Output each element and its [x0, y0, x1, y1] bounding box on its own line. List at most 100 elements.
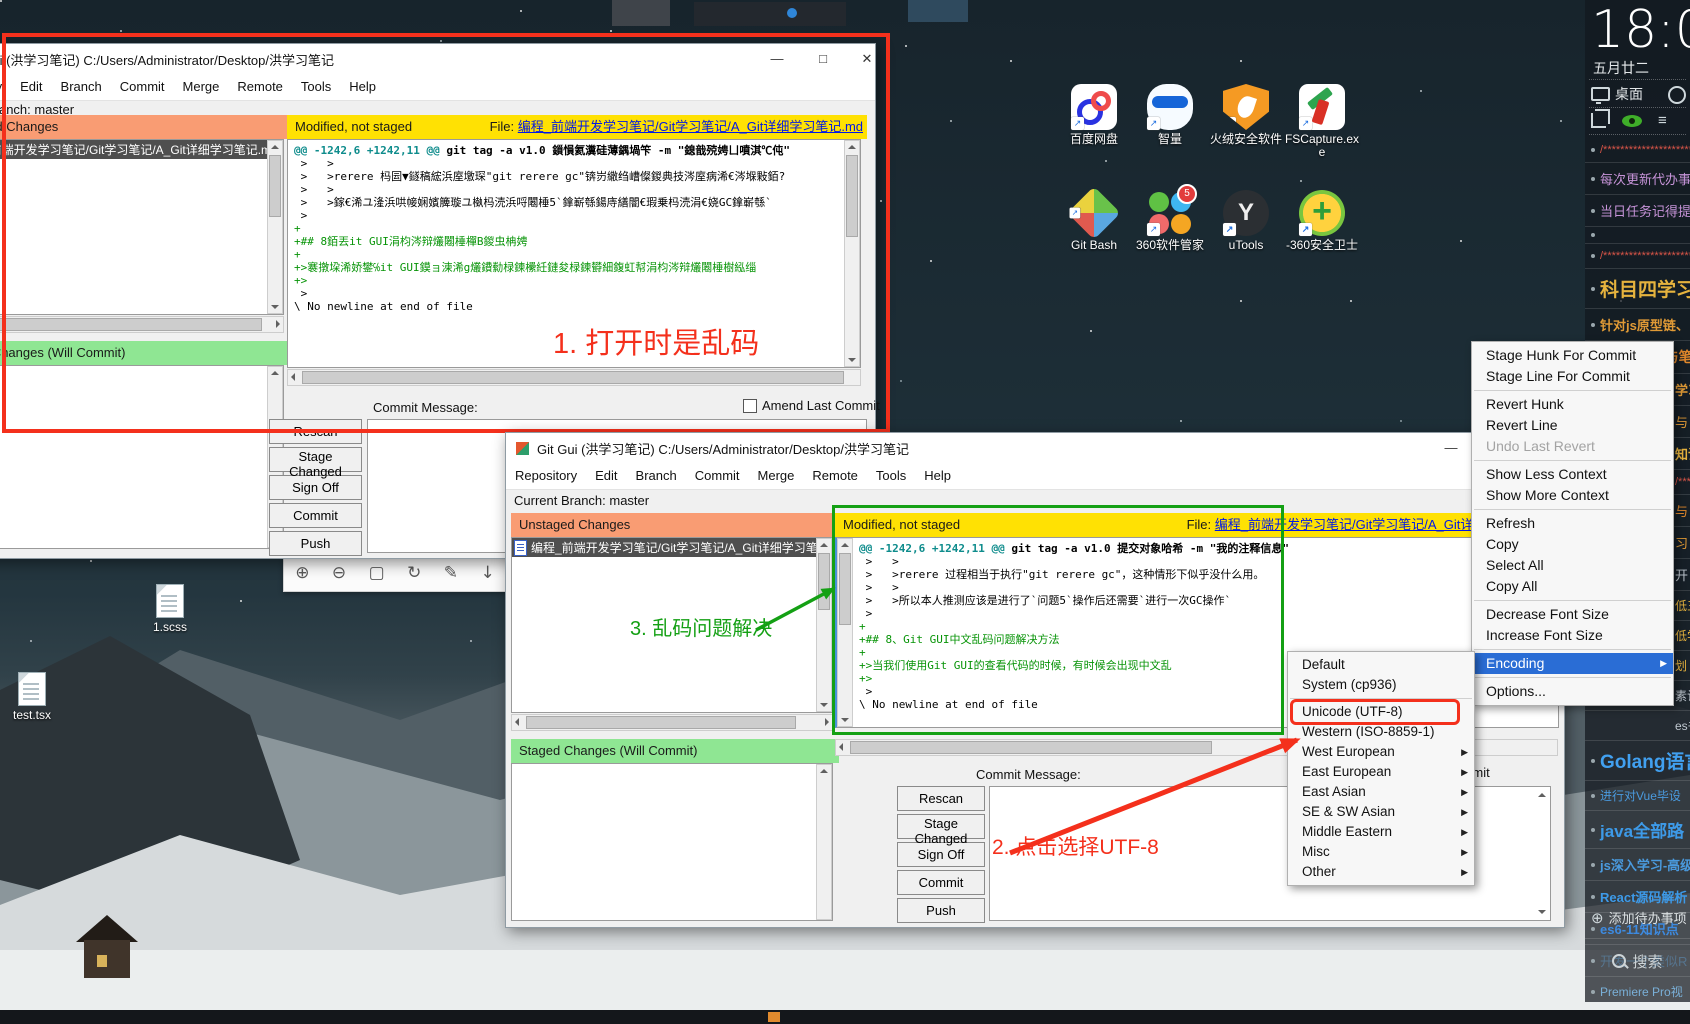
- stage-changed-button[interactable]: Stage Changed: [897, 814, 985, 839]
- checkbox-icon[interactable]: [743, 399, 757, 413]
- sidebar-item[interactable]: 科目四学习: [1585, 268, 1690, 308]
- rotate-icon[interactable]: ↻: [407, 563, 421, 583]
- sidebar-item[interactable]: java全部路: [1585, 810, 1690, 848]
- maximize-button[interactable]: □: [803, 44, 843, 74]
- sidebar-item[interactable]: 每次更新代办事: [1585, 162, 1690, 194]
- sidebar-item[interactable]: es书: [1585, 710, 1690, 740]
- menu-item-east-asian[interactable]: East Asian▶: [1288, 782, 1474, 802]
- menu-item-system-cp936[interactable]: System (cp936): [1288, 675, 1474, 695]
- menu-item-misc[interactable]: Misc▶: [1288, 842, 1474, 862]
- menu-item-options[interactable]: Options...: [1472, 681, 1673, 702]
- one-to-one-icon[interactable]: ▢: [369, 563, 385, 583]
- taskbar[interactable]: [0, 1010, 1690, 1024]
- menu-item-show-less-context[interactable]: Show Less Context: [1472, 464, 1673, 485]
- scrollbar-vertical[interactable]: [816, 764, 832, 920]
- desktop-icon-git-bash[interactable]: ↗Git Bash: [1056, 190, 1132, 276]
- menu-item-refresh[interactable]: Refresh: [1472, 513, 1673, 534]
- unstaged-file-row[interactable]: 编程_前端开发学习笔记/Git学习笔记/A_Git详细学习笔记.md: [512, 538, 832, 557]
- menubar-repository[interactable]: Repository: [506, 463, 586, 489]
- menu-item-default[interactable]: Default: [1288, 655, 1474, 675]
- desktop-icon-智量[interactable]: ↗智量: [1132, 84, 1208, 170]
- sidebar-item[interactable]: js深入学习-高级: [1585, 848, 1690, 880]
- push-button[interactable]: Push: [897, 898, 985, 923]
- desktop-icon-百度网盘[interactable]: ↗百度网盘: [1056, 84, 1132, 170]
- menubar-commit[interactable]: Commit: [111, 74, 174, 100]
- menubar-merge[interactable]: Merge: [174, 74, 229, 100]
- zoom-in-icon[interactable]: ⊕: [295, 563, 309, 583]
- desktop-icon-360软件管家[interactable]: ↗5360软件管家: [1132, 190, 1208, 276]
- menubar-branch[interactable]: Branch: [52, 74, 111, 100]
- menubar-repository[interactable]: Repository: [0, 74, 11, 100]
- menu-item-stage-line-for-commit[interactable]: Stage Line For Commit: [1472, 366, 1673, 387]
- edit-icon[interactable]: ✎: [444, 563, 458, 583]
- desktop-file-1scss[interactable]: 1.scss: [140, 584, 200, 634]
- circle-icon[interactable]: [1668, 86, 1686, 104]
- scrollbar-horizontal[interactable]: [511, 714, 833, 731]
- scrollbar-vertical[interactable]: [816, 538, 832, 712]
- menubar-merge[interactable]: Merge: [749, 463, 804, 489]
- menu-item-copy-all[interactable]: Copy All: [1472, 576, 1673, 597]
- eye-icon[interactable]: [1622, 115, 1642, 127]
- menu-item-decrease-font-size[interactable]: Decrease Font Size: [1472, 604, 1673, 625]
- menubar-tools[interactable]: Tools: [867, 463, 915, 489]
- menubar-branch[interactable]: Branch: [627, 463, 686, 489]
- scrollbar-horizontal[interactable]: [287, 369, 861, 386]
- menu-item-select-all[interactable]: Select All: [1472, 555, 1673, 576]
- menu-item-se-sw-asian[interactable]: SE & SW Asian▶: [1288, 802, 1474, 822]
- menu-item-revert-hunk[interactable]: Revert Hunk: [1472, 394, 1673, 415]
- desktop-file-testtsx[interactable]: test.tsx: [2, 672, 62, 722]
- add-todo-button[interactable]: ⊕ 添加待办事项: [1591, 908, 1687, 927]
- sidebar-item[interactable]: 针对js原型链、: [1585, 308, 1690, 340]
- sidebar-item[interactable]: /*********************: [1585, 243, 1690, 268]
- staged-file-list[interactable]: [0, 365, 284, 549]
- sidebar-item[interactable]: 当日任务记得提: [1585, 194, 1690, 226]
- minimize-button[interactable]: —: [1431, 433, 1471, 463]
- list-icon[interactable]: ≡: [1658, 112, 1667, 129]
- push-button[interactable]: Push: [269, 531, 362, 556]
- title-bar[interactable]: Git Gui (洪学习笔记) C:/Users/Administrator/D…: [506, 433, 1564, 463]
- menu-item-west-european[interactable]: West European▶: [1288, 742, 1474, 762]
- amend-last-commit-checkbox[interactable]: Amend Last Commit: [743, 398, 880, 413]
- menu-item-increase-font-size[interactable]: Increase Font Size: [1472, 625, 1673, 646]
- menubar-help[interactable]: Help: [340, 74, 385, 100]
- menu-item-revert-line[interactable]: Revert Line: [1472, 415, 1673, 436]
- stage-changed-button[interactable]: Stage Changed: [269, 447, 362, 472]
- scrollbar-vertical[interactable]: [837, 538, 853, 727]
- desktop-mode-row[interactable]: 桌面: [1591, 84, 1643, 104]
- commit-button[interactable]: Commit: [269, 503, 362, 528]
- staged-file-list[interactable]: [511, 763, 833, 921]
- scrollbar-horizontal[interactable]: [0, 316, 284, 333]
- zoom-out-icon[interactable]: ⊖: [332, 563, 346, 583]
- commit-button[interactable]: Commit: [897, 870, 985, 895]
- menubar-edit[interactable]: Edit: [11, 74, 51, 100]
- menu-item-show-more-context[interactable]: Show More Context: [1472, 485, 1673, 506]
- minimize-button[interactable]: —: [757, 44, 797, 74]
- title-bar[interactable]: Git Gui (洪学习笔记) C:/Users/Administrator/D…: [0, 44, 875, 74]
- desktop-icon-火绒安全软件[interactable]: ↗火绒安全软件: [1208, 84, 1284, 170]
- desktop-icon-fscapture-exe[interactable]: ↗FSCapture.exe: [1284, 84, 1360, 170]
- menubar-commit[interactable]: Commit: [686, 463, 749, 489]
- unstaged-file-row[interactable]: 编程_前端开发学习笔记/Git学习笔记/A_Git详细学习笔记.md: [0, 140, 283, 159]
- sidebar-item[interactable]: [1585, 226, 1690, 243]
- menubar-edit[interactable]: Edit: [586, 463, 626, 489]
- menu-item-middle-eastern[interactable]: Middle Eastern▶: [1288, 822, 1474, 842]
- rescan-button[interactable]: Rescan: [269, 419, 362, 444]
- menubar-help[interactable]: Help: [915, 463, 960, 489]
- close-button[interactable]: ✕: [847, 44, 887, 74]
- menu-item-east-european[interactable]: East European▶: [1288, 762, 1474, 782]
- menu-item-unicode-utf-8[interactable]: Unicode (UTF-8): [1288, 702, 1474, 722]
- scrollbar-vertical[interactable]: [844, 140, 860, 367]
- unstaged-file-list[interactable]: 编程_前端开发学习笔记/Git学习笔记/A_Git详细学习笔记.md: [0, 139, 284, 315]
- sidebar-item[interactable]: 进行对Vue毕设: [1585, 780, 1690, 810]
- scrollbar-vertical[interactable]: [267, 140, 283, 314]
- menubar-remote[interactable]: Remote: [228, 74, 292, 100]
- menubar-remote[interactable]: Remote: [803, 463, 867, 489]
- diff-file-link[interactable]: 编程_前端开发学习笔记/Git学习笔记/A_Git详细学习笔记.md: [518, 119, 863, 134]
- taskbar-app-indicator[interactable]: [768, 1012, 780, 1022]
- download-icon[interactable]: ↓: [480, 563, 494, 583]
- menu-item-undo-last-revert[interactable]: Undo Last Revert: [1472, 436, 1673, 457]
- desktop-icon-utools[interactable]: ↗uTools: [1208, 190, 1284, 276]
- menu-item-stage-hunk-for-commit[interactable]: Stage Hunk For Commit: [1472, 345, 1673, 366]
- crop-icon[interactable]: [1591, 113, 1606, 128]
- menubar-tools[interactable]: Tools: [292, 74, 340, 100]
